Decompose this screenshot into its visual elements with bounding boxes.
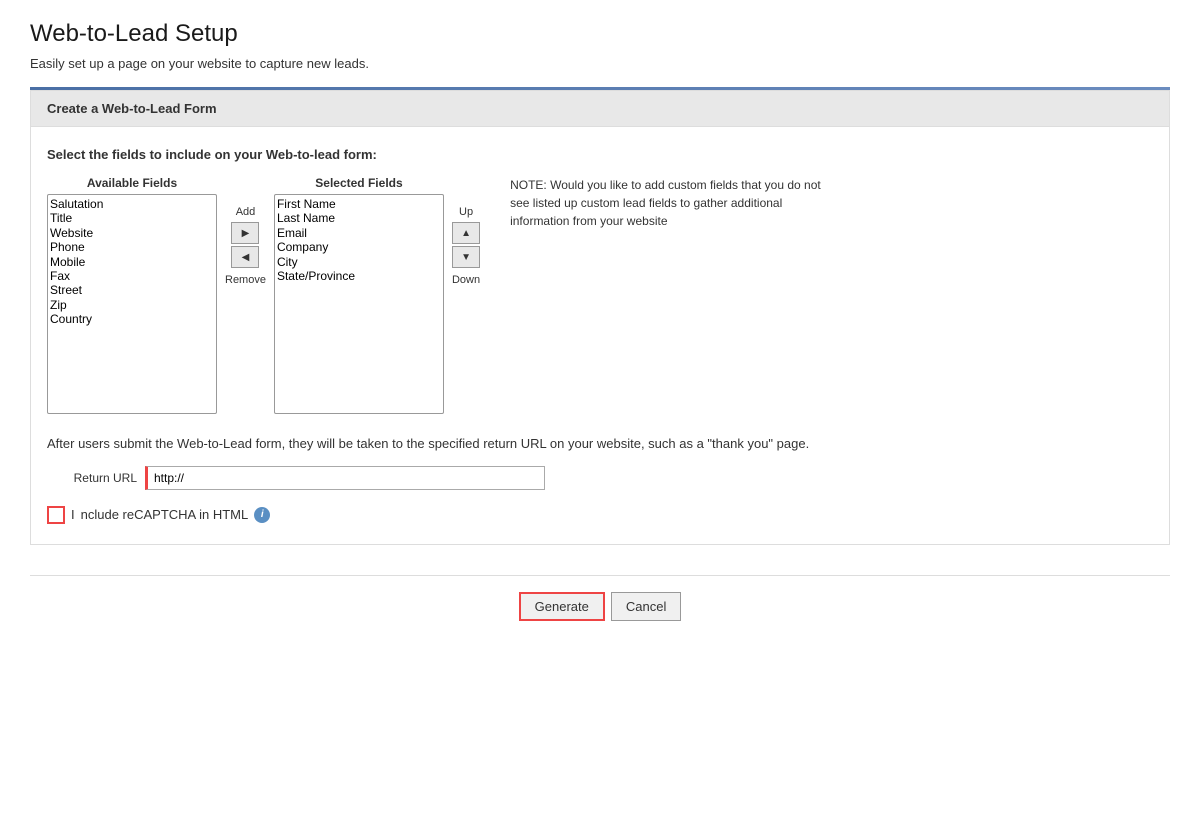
captcha-checkbox[interactable] bbox=[47, 506, 65, 524]
page-subtitle: Easily set up a page on your website to … bbox=[30, 56, 1170, 71]
return-url-input[interactable] bbox=[145, 466, 545, 490]
remove-label: Remove bbox=[225, 274, 266, 286]
down-label: Down bbox=[452, 274, 480, 286]
add-label: Add bbox=[236, 206, 256, 218]
remove-button[interactable]: ◀ bbox=[231, 246, 259, 268]
section-card: Create a Web-to-Lead Form Select the fie… bbox=[30, 90, 1170, 545]
fields-label: Select the fields to include on your Web… bbox=[47, 147, 1153, 162]
page-wrapper: Web-to-Lead Setup Easily set up a page o… bbox=[0, 0, 1200, 657]
fields-row: Available Fields Salutation Title Websit… bbox=[47, 176, 1153, 414]
return-url-row: Return URL bbox=[47, 466, 1153, 490]
section-header: Create a Web-to-Lead Form bbox=[31, 91, 1169, 127]
captcha-row: I nclude reCAPTCHA in HTML i bbox=[47, 506, 1153, 524]
available-fields-label: Available Fields bbox=[87, 176, 177, 190]
selected-fields-group: Selected Fields First Name Last Name Ema… bbox=[274, 176, 444, 414]
up-label: Up bbox=[459, 206, 473, 218]
cancel-button[interactable]: Cancel bbox=[611, 592, 681, 621]
captcha-label-text: nclude reCAPTCHA in HTML bbox=[81, 507, 249, 522]
footer-buttons: Generate Cancel bbox=[30, 575, 1170, 637]
move-buttons: Add ▶ ◀ Remove bbox=[225, 206, 266, 286]
page-title: Web-to-Lead Setup bbox=[30, 20, 1170, 48]
generate-button[interactable]: Generate bbox=[519, 592, 605, 621]
available-fields-select[interactable]: Salutation Title Website Phone Mobile Fa… bbox=[47, 194, 217, 414]
return-url-desc: After users submit the Web-to-Lead form,… bbox=[47, 434, 1153, 454]
note-text: NOTE: Would you like to add custom field… bbox=[510, 176, 830, 230]
available-fields-group: Available Fields Salutation Title Websit… bbox=[47, 176, 217, 414]
up-button[interactable]: ▲ bbox=[452, 222, 480, 244]
selected-fields-select[interactable]: First Name Last Name Email Company City … bbox=[274, 194, 444, 414]
fields-area: Available Fields Salutation Title Websit… bbox=[47, 176, 480, 414]
updown-buttons: Up ▲ ▼ Down bbox=[452, 206, 480, 286]
return-url-section: After users submit the Web-to-Lead form,… bbox=[47, 434, 1153, 490]
info-icon[interactable]: i bbox=[254, 507, 270, 523]
selected-fields-label: Selected Fields bbox=[315, 176, 402, 190]
down-button[interactable]: ▼ bbox=[452, 246, 480, 268]
captcha-label: I bbox=[71, 507, 75, 522]
return-url-label: Return URL bbox=[47, 469, 137, 487]
add-button[interactable]: ▶ bbox=[231, 222, 259, 244]
section-body: Select the fields to include on your Web… bbox=[31, 127, 1169, 544]
